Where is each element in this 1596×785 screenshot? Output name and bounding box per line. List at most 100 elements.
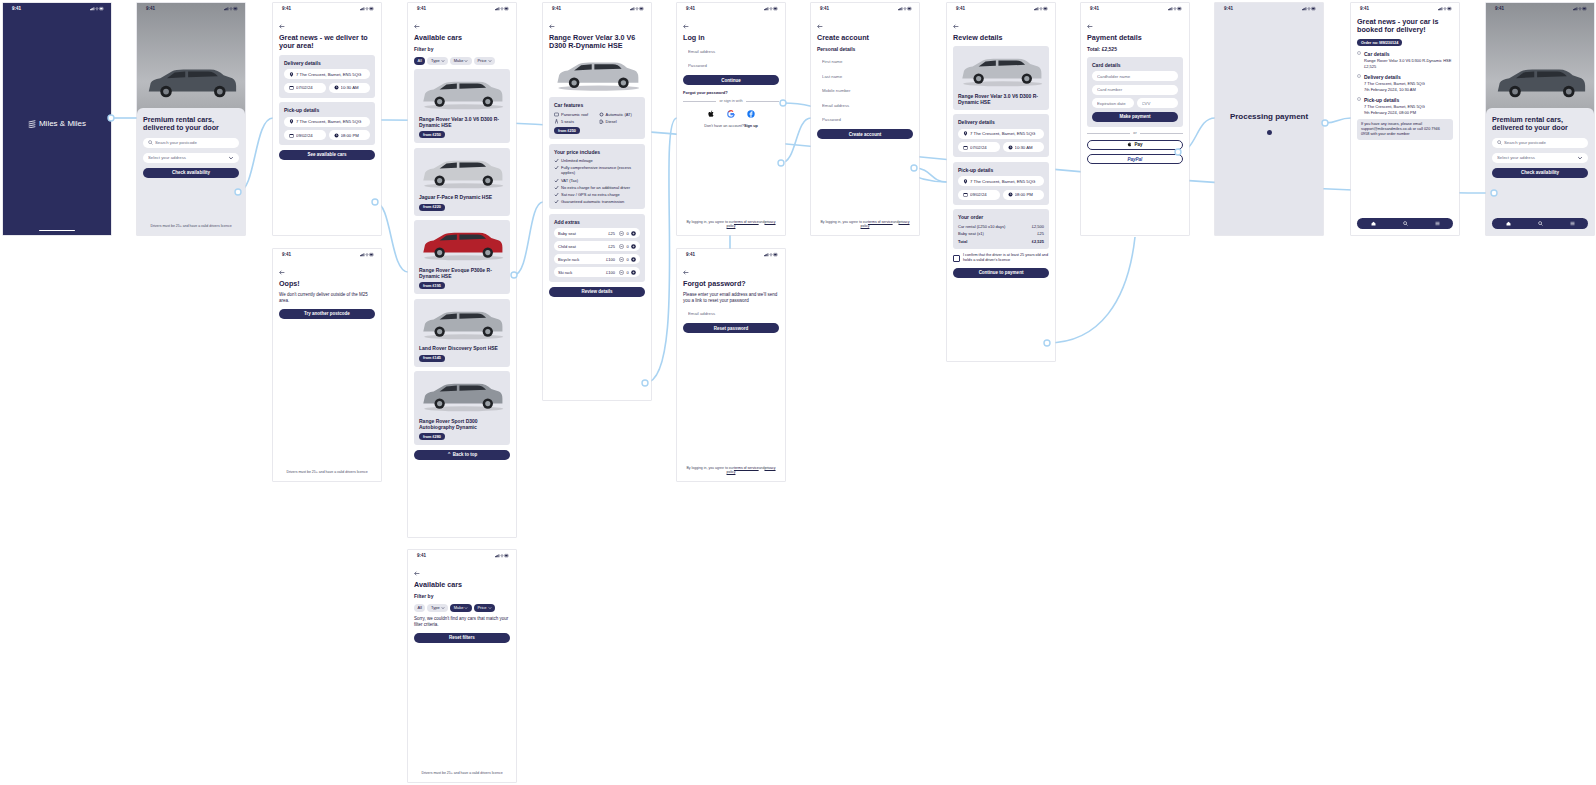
input-field[interactable]: Select your address — [143, 153, 239, 163]
button-label: Check availability — [172, 170, 210, 175]
input-field[interactable]: Search your postcode — [143, 138, 239, 148]
input-field[interactable]: 10:30 AM — [1003, 142, 1045, 152]
button[interactable]: Reset password — [683, 323, 779, 333]
button[interactable]: Create account — [817, 129, 913, 139]
chip-label: Type — [431, 605, 440, 610]
input-field[interactable]: Last name — [817, 71, 913, 81]
input-field[interactable]: Password — [683, 61, 779, 71]
check-icon — [554, 192, 559, 197]
minus-icon[interactable] — [619, 257, 624, 262]
plus-icon[interactable] — [631, 231, 636, 236]
search-icon[interactable] — [1538, 221, 1543, 226]
google-icon[interactable] — [727, 110, 735, 118]
plus-icon[interactable] — [631, 270, 636, 275]
back-arrow-icon[interactable] — [1087, 24, 1093, 29]
apple-icon[interactable] — [707, 110, 715, 118]
input-field[interactable]: 07/02/24 — [958, 142, 1000, 152]
minus-icon[interactable] — [619, 231, 624, 236]
input-field[interactable]: 08:00 PM — [329, 130, 371, 140]
logo-icon — [28, 120, 36, 128]
summary-row: Car rental (£250 x10 days)£2,500 — [958, 224, 1044, 229]
filter-chip[interactable]: All — [414, 604, 425, 612]
back-arrow-icon[interactable] — [279, 270, 285, 275]
button[interactable]: Review details — [549, 287, 645, 297]
loading-dot — [1267, 130, 1272, 135]
filter-chip[interactable]: Type — [427, 57, 448, 65]
home-icon[interactable] — [1371, 221, 1376, 226]
input-field[interactable]: 7 The Crescent, Barnet, EN5 5QG — [958, 129, 1044, 139]
button[interactable]: Continue — [683, 75, 779, 85]
home-icon[interactable] — [1506, 221, 1511, 226]
back-arrow-icon[interactable] — [414, 24, 420, 29]
back-arrow-icon[interactable] — [414, 571, 420, 576]
button[interactable]: Check availability — [1492, 168, 1588, 178]
filter-chip[interactable]: Make — [450, 57, 472, 65]
age-confirmation[interactable]: I confirm that the driver is at least 25… — [953, 253, 1049, 263]
back-arrow-icon[interactable] — [279, 24, 285, 29]
input-field[interactable]: 09/02/24 — [284, 130, 326, 140]
input-field[interactable]: Select your address — [1492, 153, 1588, 163]
filter-chip[interactable]: Price — [474, 604, 495, 612]
terms-link[interactable]: terms of service — [734, 466, 759, 470]
text-link[interactable]: Forgot your password? — [683, 90, 779, 95]
back-arrow-icon[interactable] — [549, 24, 555, 29]
filter-chip[interactable]: Price — [474, 57, 495, 65]
input-field[interactable]: Password — [817, 115, 913, 125]
back-arrow-icon[interactable] — [683, 24, 689, 29]
filter-chip[interactable]: Type — [427, 604, 448, 612]
chip-label: Price — [477, 58, 486, 63]
button[interactable]: Try another postcode — [279, 309, 375, 319]
button[interactable]: ⌃Back to top — [414, 450, 510, 460]
back-arrow-icon[interactable] — [953, 24, 959, 29]
included-item: Sat nav / GPS at no extra charge — [554, 192, 640, 197]
legal-note: By logging in, you agree to ourterms of … — [817, 220, 913, 229]
input-field[interactable]: Email address — [817, 100, 913, 110]
field-pair: 07/02/2410:30 AM — [284, 83, 370, 93]
terms-link[interactable]: terms of service — [734, 220, 759, 224]
button[interactable]: PayPal — [1087, 154, 1183, 164]
back-arrow-icon[interactable] — [817, 24, 823, 29]
bottom-navbar — [1357, 218, 1453, 229]
extras-list: Baby seat£250Child seat£250Bicycle rack£… — [554, 228, 640, 277]
menu-icon[interactable] — [1435, 221, 1440, 226]
roof-icon — [554, 112, 559, 117]
back-arrow-icon[interactable] — [683, 270, 689, 275]
facebook-icon[interactable] — [747, 110, 755, 118]
terms-link[interactable]: terms of service — [868, 220, 893, 224]
input-field[interactable]: 07/02/24 — [284, 83, 326, 93]
input-field[interactable]: CVV — [1137, 98, 1179, 108]
input-field[interactable]: Card number — [1092, 85, 1178, 95]
button[interactable]: Make payment — [1092, 112, 1178, 122]
filter-chip[interactable]: Make — [450, 604, 472, 612]
menu-icon[interactable] — [1570, 221, 1575, 226]
input-field[interactable]: Expiration date — [1092, 98, 1134, 108]
input-field[interactable]: 08:00 PM — [1003, 190, 1045, 200]
search-icon[interactable] — [1403, 221, 1408, 226]
plus-icon[interactable] — [631, 257, 636, 262]
input-field[interactable]: 7 The Crescent, Barnet, EN5 5QG — [284, 117, 370, 127]
checkbox[interactable] — [953, 255, 960, 262]
input-field[interactable]: 09/02/24 — [958, 190, 1000, 200]
button[interactable]: See available cars — [279, 150, 375, 160]
input-field[interactable]: Email address — [683, 46, 779, 56]
input-field[interactable]: 10:30 AM — [329, 83, 371, 93]
input-field[interactable]: Search your postcode — [1492, 138, 1588, 148]
input-field[interactable]: Email address — [683, 309, 779, 319]
plus-icon[interactable] — [631, 244, 636, 249]
signup-link[interactable]: Sign up — [744, 124, 758, 128]
button[interactable]: Pay — [1087, 140, 1183, 150]
status-icons — [360, 6, 374, 11]
button[interactable]: Continue to payment — [953, 268, 1049, 278]
minus-icon[interactable] — [619, 270, 624, 275]
chevron-down-icon — [228, 155, 234, 161]
input-field[interactable]: 7 The Crescent, Barnet, EN5 5QG — [284, 69, 370, 79]
filter-chip[interactable]: All — [414, 57, 425, 65]
minus-icon[interactable] — [619, 244, 624, 249]
button[interactable]: Check availability — [143, 168, 239, 178]
input-field[interactable]: First name — [817, 57, 913, 67]
input-field[interactable]: 7 The Crescent, Barnet, EN5 5QG — [958, 176, 1044, 186]
button[interactable]: Reset filters — [414, 633, 510, 643]
input-field[interactable]: Cardholder name — [1092, 71, 1178, 81]
input-field[interactable]: Mobile number — [817, 86, 913, 96]
phone-screen: 9:41Miles & Miles — [3, 3, 111, 235]
